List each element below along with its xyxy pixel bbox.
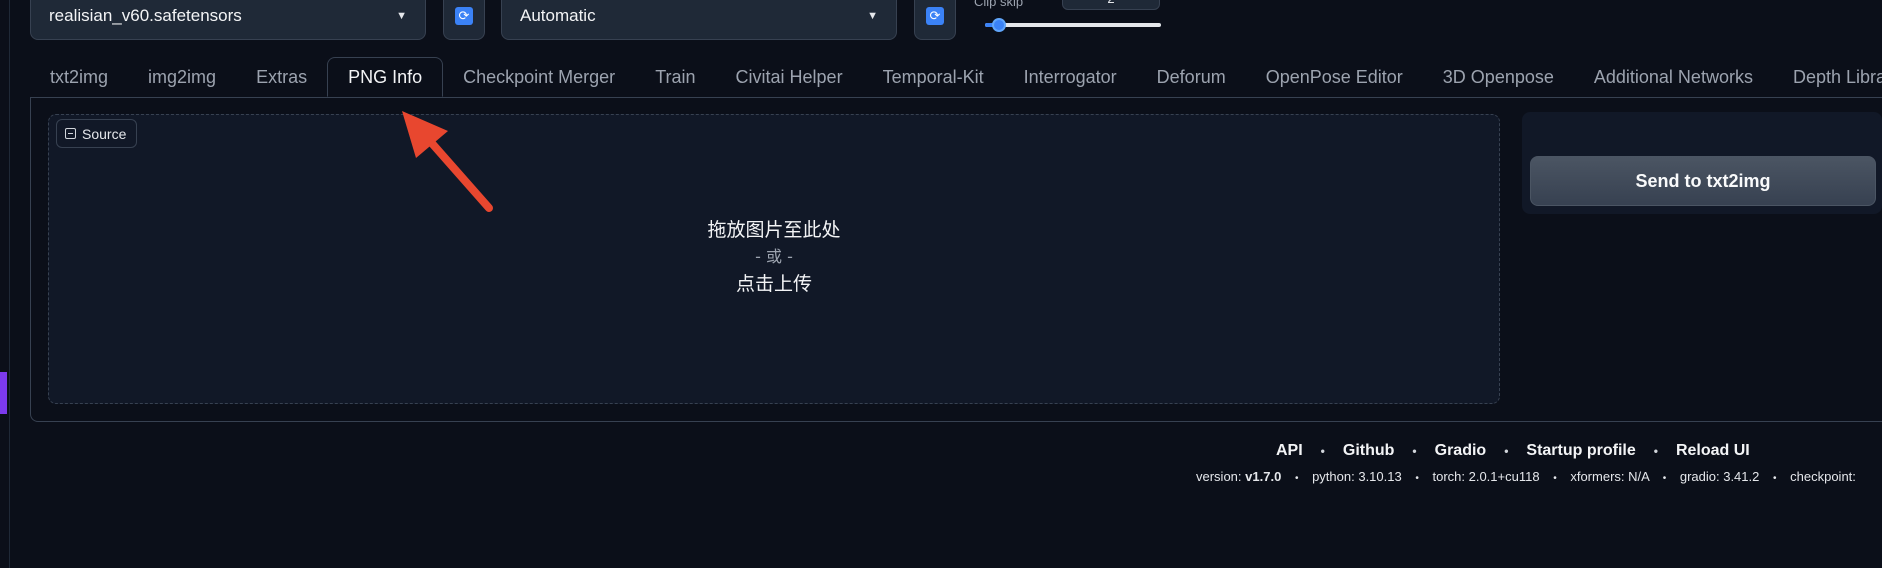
tab-txt2img[interactable]: txt2img: [30, 57, 128, 97]
tab-openpose-editor[interactable]: OpenPose Editor: [1246, 57, 1423, 97]
refresh-vae-button[interactable]: ⟳: [914, 0, 956, 40]
version-value: v1.7.0: [1245, 469, 1282, 484]
footer-versions: version: v1.7.0 • python: 3.10.13 • torc…: [1196, 469, 1856, 484]
footer-separator: •: [1412, 444, 1417, 458]
drop-line-2: - 或 -: [755, 247, 793, 266]
chevron-down-icon: ▼: [396, 10, 407, 22]
image-icon: [65, 128, 76, 139]
footer-separator: •: [1662, 473, 1667, 484]
webui-page: realisian_v60.safetensors ▼ ⟳ Automatic …: [0, 0, 1882, 568]
clip-skip-slider-thumb[interactable]: [992, 18, 1007, 32]
footer-separator: •: [1415, 473, 1419, 484]
footer-separator: •: [1294, 473, 1299, 484]
tab-additional-networks[interactable]: Additional Networks: [1574, 57, 1773, 97]
tab-extras[interactable]: Extras: [236, 57, 327, 97]
send-to-txt2img-button[interactable]: Send to txt2img: [1530, 156, 1876, 206]
gradio-version: gradio: 3.41.2: [1679, 469, 1760, 484]
refresh-icon: ⟳: [926, 7, 944, 25]
tab-depth-library[interactable]: Depth Library: [1773, 57, 1882, 97]
footer-link-reload-ui[interactable]: Reload UI: [1676, 442, 1750, 460]
clip-skip-slider[interactable]: [985, 23, 1161, 27]
refresh-checkpoint-button[interactable]: ⟳: [443, 0, 485, 40]
tab-civitai-helper[interactable]: Civitai Helper: [716, 57, 863, 97]
footer-link-startup-profile[interactable]: Startup profile: [1526, 442, 1635, 460]
tab-deforum[interactable]: Deforum: [1137, 57, 1246, 97]
checkpoint-hash: checkpoint:: [1790, 469, 1856, 484]
source-label: Source: [56, 119, 138, 148]
footer-separator: •: [1553, 473, 1557, 484]
footer-separator: •: [1653, 444, 1658, 458]
tab-train[interactable]: Train: [635, 57, 715, 97]
tab-png-info[interactable]: PNG Info: [327, 57, 444, 97]
tab-interrogator[interactable]: Interrogator: [1004, 57, 1137, 97]
tab-temporal-kit[interactable]: Temporal-Kit: [863, 57, 1004, 97]
vae-dropdown[interactable]: Automatic ▼: [501, 0, 897, 40]
python-version: python: 3.10.13: [1312, 469, 1402, 484]
checkpoint-dropdown[interactable]: realisian_v60.safetensors ▼: [30, 0, 426, 40]
xformers-version: xformers: N/A: [1570, 469, 1650, 484]
refresh-icon: ⟳: [455, 7, 473, 25]
footer-separator: •: [1773, 473, 1777, 484]
footer-link-gradio[interactable]: Gradio: [1435, 442, 1487, 460]
footer-separator: •: [1504, 444, 1509, 458]
vae-value: Automatic: [520, 6, 596, 25]
footer-links: API • Github • Gradio • Startup profile …: [1276, 442, 1750, 460]
drop-line-3: 点击上传: [735, 273, 812, 295]
chevron-down-icon: ▼: [867, 10, 878, 22]
tab-3d-openpose[interactable]: 3D Openpose: [1423, 57, 1574, 97]
tab-img2img[interactable]: img2img: [128, 57, 236, 97]
clip-skip-input[interactable]: 2: [1062, 0, 1160, 10]
footer-link-github[interactable]: Github: [1343, 442, 1395, 460]
drop-line-1: 拖放图片至此处: [707, 219, 841, 241]
version-label: version:: [1196, 469, 1242, 484]
tab-checkpoint-merger[interactable]: Checkpoint Merger: [443, 57, 635, 97]
checkpoint-value: realisian_v60.safetensors: [49, 6, 242, 25]
main-tabs: txt2img img2img Extras PNG Info Checkpoint M…: [30, 57, 1882, 98]
left-divider: [9, 0, 10, 568]
clip-skip-label: Clip skip: [974, 0, 1024, 9]
dropzone-text[interactable]: 拖放图片至此处 - 或 - 点击上传: [660, 216, 888, 298]
torch-version: torch: 2.0.1+cu118: [1432, 469, 1540, 484]
footer-link-api[interactable]: API: [1276, 442, 1303, 460]
left-accent-bar: [0, 372, 7, 414]
footer-separator: •: [1320, 444, 1325, 458]
